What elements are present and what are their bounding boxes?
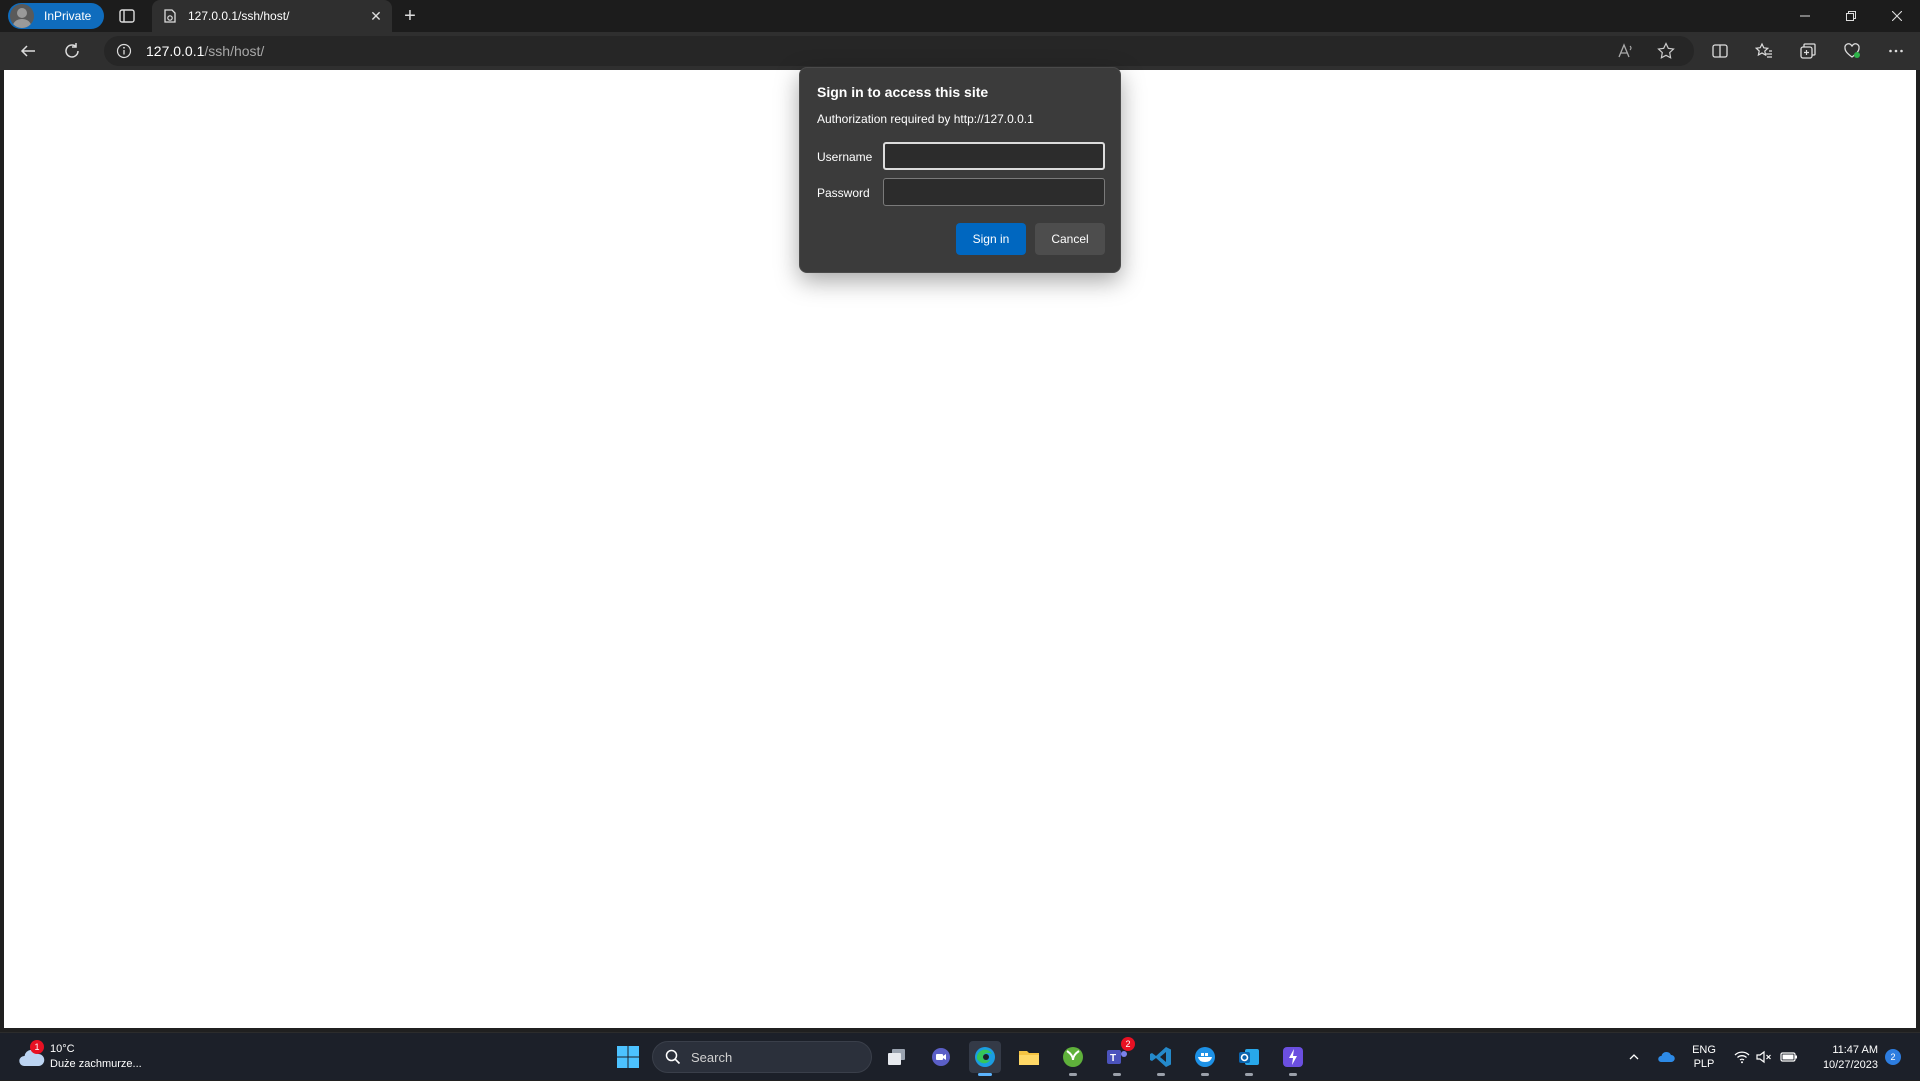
docker-icon[interactable]	[1189, 1041, 1221, 1076]
running-indicator	[1289, 1073, 1297, 1076]
teams-badge: 2	[1121, 1037, 1135, 1051]
tab-active[interactable]: 127.0.0.1/ssh/host/ ✕	[152, 0, 392, 32]
teams-app-icon[interactable]: T 2	[1101, 1037, 1135, 1076]
settings-more-icon[interactable]	[1882, 37, 1910, 65]
address-bar[interactable]: 127.0.0.1/ssh/host/	[104, 36, 1694, 66]
browser-toolbar: 127.0.0.1/ssh/host/	[0, 32, 1920, 70]
taskbar-search[interactable]: Search	[652, 1041, 872, 1073]
tab-title: 127.0.0.1/ssh/host/	[188, 9, 290, 23]
tab-actions-icon[interactable]	[118, 7, 136, 25]
split-screen-icon[interactable]	[1706, 37, 1734, 65]
inprivate-label: InPrivate	[44, 9, 92, 23]
input-language[interactable]: ENG PLP	[1690, 1043, 1718, 1071]
browser-essentials-icon[interactable]	[1838, 37, 1866, 65]
new-tab-icon[interactable]: +	[398, 4, 422, 28]
weather-badge: 1	[30, 1040, 44, 1054]
close-window-icon[interactable]	[1874, 0, 1920, 32]
sign-in-button[interactable]: Sign in	[956, 223, 1026, 255]
active-indicator	[978, 1073, 992, 1076]
clock-date: 10/27/2023	[1822, 1059, 1878, 1071]
read-aloud-icon[interactable]	[1612, 37, 1640, 65]
battery-icon[interactable]	[1778, 1033, 1800, 1081]
notification-count-badge[interactable]: 2	[1885, 1049, 1901, 1065]
cloud-weather-icon: 1	[16, 1040, 46, 1072]
inprivate-profile-button[interactable]: InPrivate	[8, 3, 104, 29]
file-explorer-icon[interactable]	[1013, 1041, 1045, 1073]
taskbar: 1 10°C Duże zachmurze... Search T 2 ENG …	[0, 1032, 1920, 1080]
xbox-app-icon[interactable]	[1057, 1041, 1089, 1076]
running-indicator	[1113, 1073, 1121, 1076]
username-label: Username	[817, 150, 873, 164]
favorites-icon[interactable]	[1750, 37, 1778, 65]
password-label: Password	[817, 186, 870, 200]
teams-chat-icon[interactable]	[925, 1041, 957, 1073]
show-hidden-icons-chevron-icon[interactable]	[1624, 1033, 1644, 1081]
cancel-button[interactable]: Cancel	[1035, 223, 1105, 255]
url-path: /ssh/host/	[204, 43, 265, 59]
onedrive-cloud-icon[interactable]	[1656, 1033, 1676, 1081]
collections-icon[interactable]	[1794, 37, 1822, 65]
running-indicator	[1157, 1073, 1165, 1076]
search-icon	[665, 1049, 681, 1065]
edge-browser-icon[interactable]	[969, 1041, 1001, 1076]
site-info-icon[interactable]	[116, 43, 132, 59]
svg-text:T: T	[1110, 1053, 1116, 1064]
task-view-icon[interactable]	[881, 1041, 913, 1073]
url-host: 127.0.0.1	[146, 43, 205, 59]
page-favicon-icon	[164, 9, 176, 23]
running-indicator	[1069, 1073, 1077, 1076]
keyboard-layout: PLP	[1693, 1058, 1715, 1070]
address-url: 127.0.0.1/ssh/host/	[146, 43, 264, 59]
refresh-icon[interactable]	[58, 37, 86, 65]
volume-muted-icon[interactable]	[1754, 1033, 1774, 1081]
profile-avatar-icon	[10, 4, 34, 28]
auth-dialog: Sign in to access this site Authorizatio…	[799, 67, 1121, 273]
dialog-title: Sign in to access this site	[817, 84, 989, 100]
weather-description: Duże zachmurze...	[50, 1058, 142, 1070]
favorite-star-icon[interactable]	[1652, 37, 1680, 65]
search-label: Search	[691, 1049, 733, 1065]
weather-widget[interactable]: 1 10°C Duże zachmurze...	[16, 1039, 142, 1075]
dialog-subtitle: Authorization required by http://127.0.0…	[817, 112, 1034, 126]
vscode-icon[interactable]	[1145, 1041, 1177, 1076]
power-automate-icon[interactable]	[1277, 1041, 1309, 1076]
tab-bar: InPrivate 127.0.0.1/ssh/host/ ✕ +	[0, 0, 1920, 32]
minimize-icon[interactable]	[1782, 0, 1828, 32]
running-indicator	[1245, 1073, 1253, 1076]
outlook-icon[interactable]	[1233, 1041, 1265, 1076]
running-indicator	[1201, 1073, 1209, 1076]
tab-close-icon[interactable]: ✕	[364, 4, 388, 28]
weather-temp: 10°C	[50, 1043, 75, 1055]
clock-time: 11:47 AM	[1832, 1044, 1878, 1056]
start-windows-icon[interactable]	[612, 1041, 644, 1073]
language-code: ENG	[1692, 1044, 1716, 1056]
password-field[interactable]	[883, 178, 1105, 206]
wifi-icon[interactable]	[1732, 1033, 1752, 1081]
back-icon[interactable]	[14, 37, 42, 65]
system-clock[interactable]: 11:47 AM 10/27/2023	[1808, 1043, 1878, 1073]
username-field[interactable]	[883, 142, 1105, 170]
restore-icon[interactable]	[1828, 0, 1874, 32]
